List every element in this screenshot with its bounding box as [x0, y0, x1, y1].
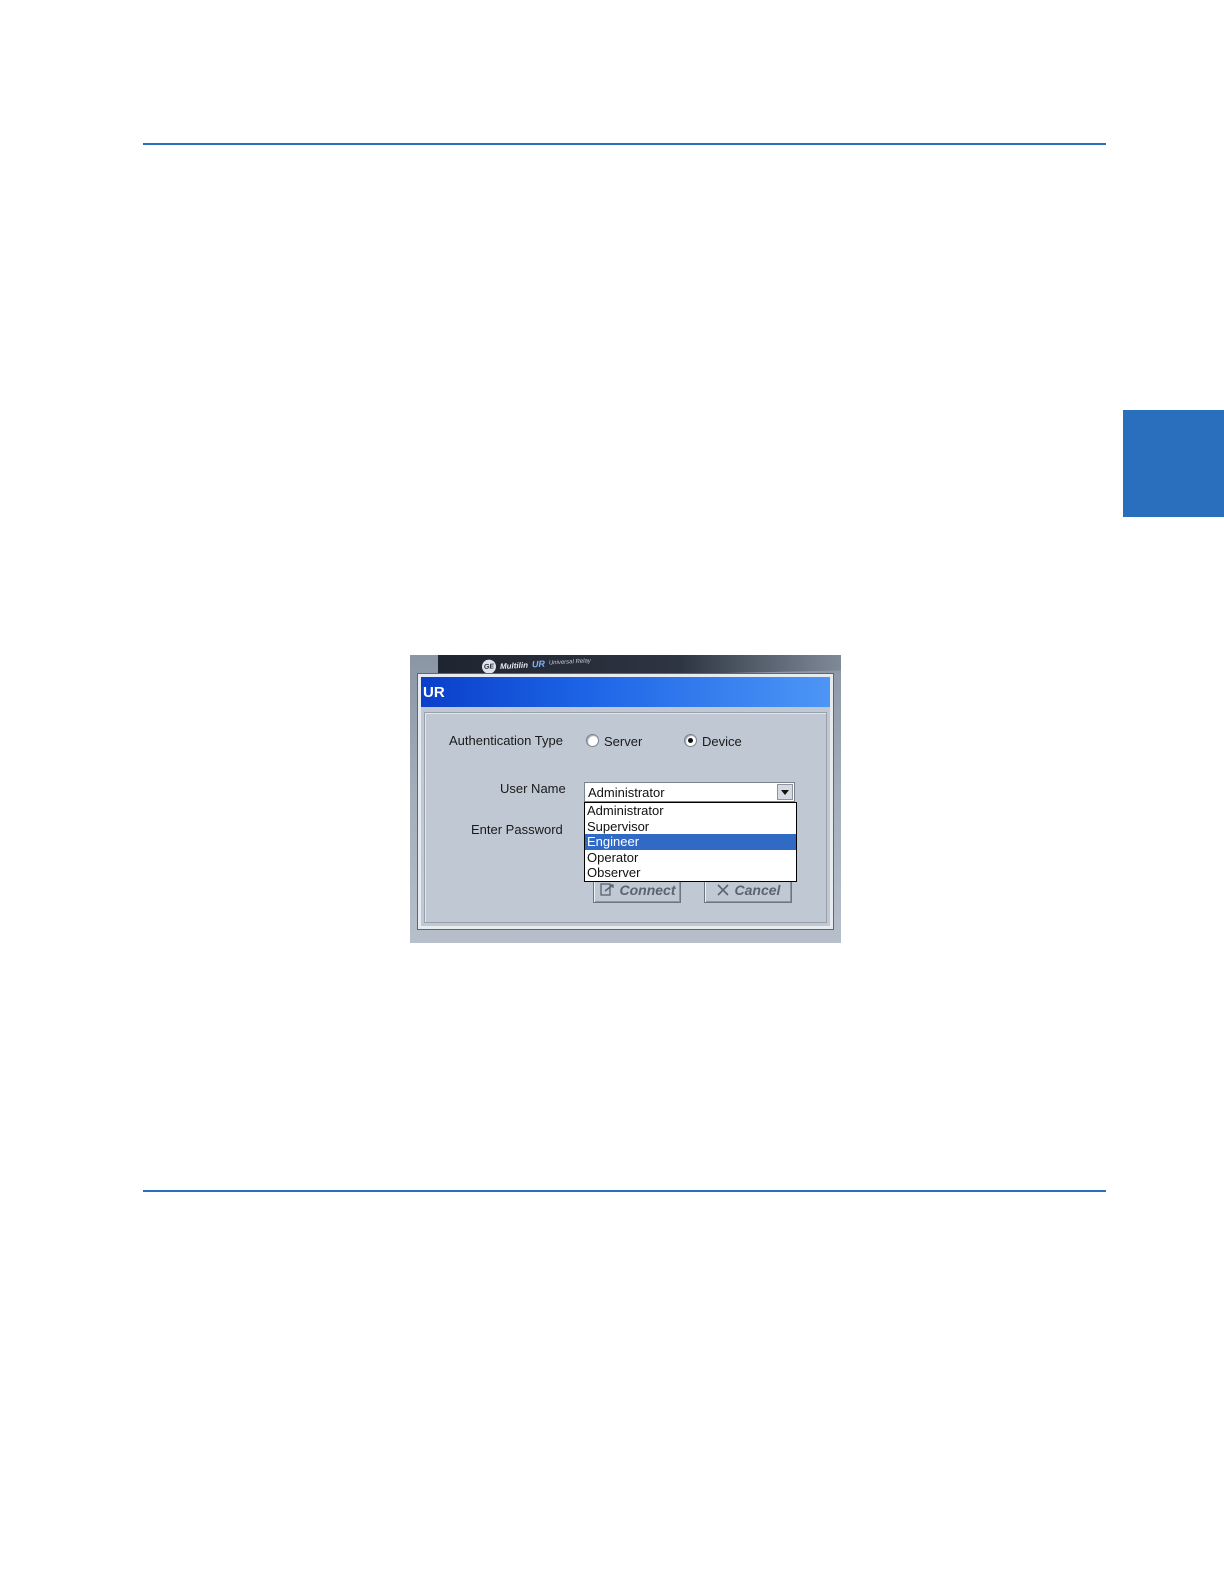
chevron-down-icon[interactable] [777, 784, 793, 800]
dropdown-option-supervisor[interactable]: Supervisor [585, 819, 796, 835]
ge-logo-icon: GE [481, 659, 497, 674]
cancel-button-label: Cancel [734, 882, 781, 898]
auth-server-label[interactable]: Server [604, 734, 642, 749]
header-rule [143, 143, 1106, 145]
user-name-value: Administrator [588, 785, 665, 800]
dropdown-option-engineer[interactable]: Engineer [585, 834, 796, 850]
user-name-dropdown: Administrator Supervisor Engineer Operat… [584, 802, 797, 882]
close-icon [716, 884, 729, 896]
connect-icon [599, 883, 614, 896]
product-tagline: Universal Relay [548, 658, 592, 667]
dropdown-option-observer[interactable]: Observer [585, 865, 796, 881]
dialog-title: UR [423, 683, 445, 701]
dialog-screenshot: GE Multilin UR Universal Relay UR Authen… [410, 655, 841, 943]
auth-type-label: Authentication Type [449, 733, 563, 748]
dialog-titlebar[interactable]: UR [421, 677, 830, 707]
auth-device-radio[interactable] [684, 734, 697, 747]
chapter-tab [1123, 410, 1224, 517]
product-name: UR [531, 658, 546, 670]
auth-device-label[interactable]: Device [702, 734, 742, 749]
footer-rule [143, 1190, 1106, 1192]
connect-button-label: Connect [619, 882, 676, 898]
brand-name: Multilin [499, 660, 529, 671]
user-name-select[interactable]: Administrator [584, 782, 795, 802]
dropdown-option-administrator[interactable]: Administrator [585, 803, 796, 819]
password-label: Enter Password [471, 822, 563, 837]
auth-server-radio[interactable] [586, 734, 599, 747]
user-name-label: User Name [500, 781, 566, 796]
dropdown-option-operator[interactable]: Operator [585, 850, 796, 866]
dialog-body: Authentication Type Server Device User N… [424, 712, 827, 923]
login-dialog: UR Authentication Type Server Device Use… [418, 674, 833, 929]
